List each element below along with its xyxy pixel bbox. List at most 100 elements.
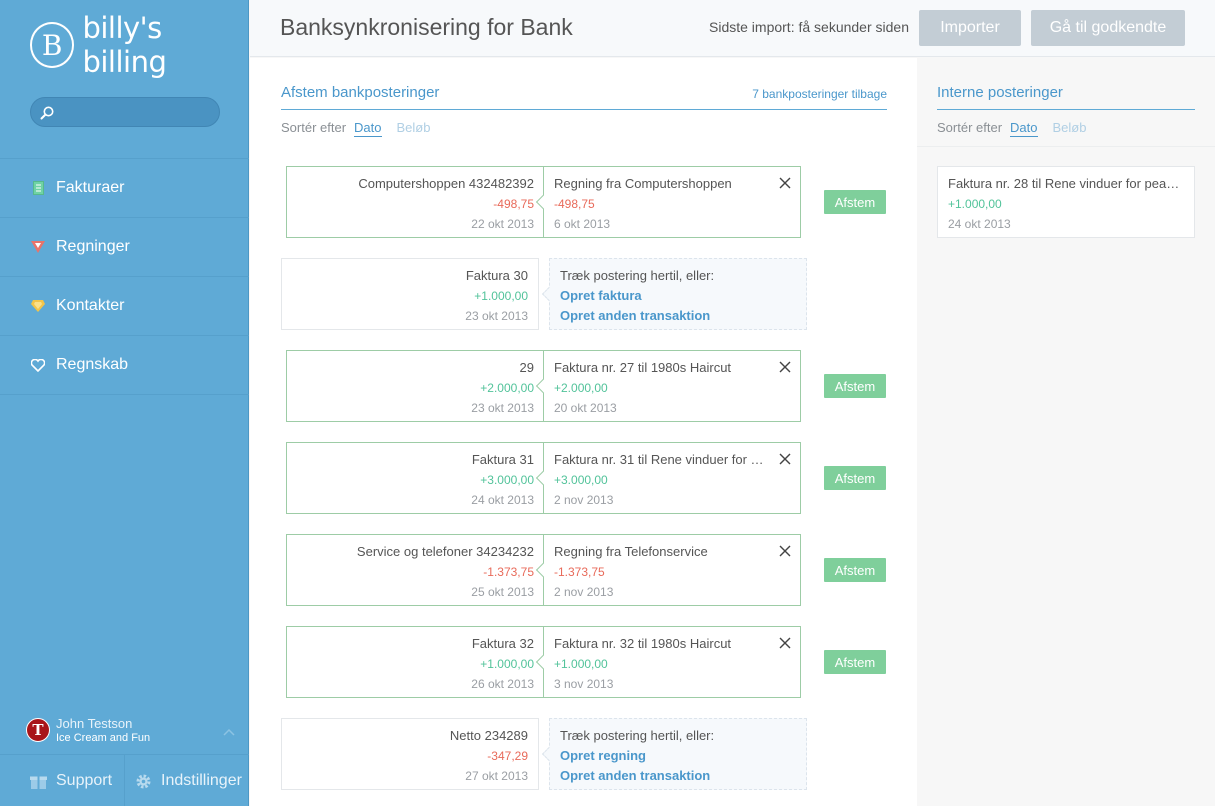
create-invoice-link[interactable]: Opret faktura (560, 288, 806, 308)
logo-mark: B (30, 22, 75, 68)
sidebar-item-label: Kontakter (56, 297, 125, 314)
reconcile-title: Afstem bankposteringer (281, 84, 440, 101)
posting-amount: -347,29 (487, 749, 528, 763)
match-title: Regning fra Telefonservice (554, 544, 708, 559)
posting-amount: -498,75 (493, 197, 534, 211)
reconcile-header: Afstem bankposteringer 7 bankposteringer… (281, 84, 887, 110)
sidebar-footer: Support Indstillinger (0, 754, 249, 806)
internal-postings-panel: Interne posteringer Sortér efter Dato Be… (917, 58, 1215, 806)
match-title: Faktura nr. 31 til Rene vinduer for pean… (554, 452, 797, 467)
close-icon[interactable] (779, 453, 791, 465)
sidebar-item-regninger[interactable]: Regninger (0, 218, 249, 277)
match-amount: -1.373,75 (554, 565, 605, 579)
afstem-button[interactable]: Afstem (824, 374, 886, 398)
match-amount: +1.000,00 (554, 657, 608, 671)
afstem-button[interactable]: Afstem (824, 466, 886, 490)
gear-icon (136, 774, 151, 788)
sidebar-item-kontakter[interactable]: Kontakter (0, 277, 249, 336)
posting-date: 22 okt 2013 (471, 217, 534, 231)
match-date: 6 okt 2013 (554, 217, 611, 231)
internal-posting-amount: +1.000,00 (948, 197, 1002, 211)
match-card[interactable]: Faktura nr. 32 til 1980s Haircut +1.000,… (535, 626, 801, 698)
reconcile-panel: Afstem bankposteringer 7 bankposteringer… (250, 58, 917, 806)
close-icon[interactable] (779, 637, 791, 649)
logo[interactable]: B billy's billing (30, 11, 248, 79)
drop-connector (541, 286, 557, 302)
bank-posting-card[interactable]: Faktura 32 +1.000,00 26 okt 2013 (286, 626, 544, 698)
match-card[interactable]: Regning fra Computershoppen -498,75 6 ok… (535, 166, 801, 238)
match-title: Faktura nr. 27 til 1980s Haircut (554, 360, 732, 375)
drop-connector (541, 746, 557, 762)
match-card[interactable]: Faktura nr. 27 til 1980s Haircut +2.000,… (535, 350, 801, 422)
internal-header: Interne posteringer (937, 84, 1195, 110)
posting-amount: -1.373,75 (483, 565, 534, 579)
divider (917, 146, 1215, 147)
posting-date: 27 okt 2013 (465, 769, 528, 783)
sidebar-item-regnskab[interactable]: Regnskab (0, 336, 249, 395)
sidebar-item-label: Regnskab (56, 356, 129, 373)
drop-zone[interactable]: Træk postering hertil, eller: Opret fakt… (541, 258, 807, 330)
match-title: Regning fra Computershoppen (554, 176, 732, 191)
chevron-up-icon[interactable] (223, 728, 235, 736)
bank-posting-card[interactable]: 29 +2.000,00 23 okt 2013 (286, 350, 544, 422)
posting-amount: +1.000,00 (480, 657, 534, 671)
close-icon[interactable] (779, 545, 791, 557)
reconcile-row: Faktura 30 +1.000,00 23 okt 2013 Træk po… (250, 258, 917, 330)
user-menu[interactable]: T John Testson Ice Cream and Fun (26, 716, 241, 744)
close-icon[interactable] (779, 177, 791, 189)
reconcile-row: Faktura 32 +1.000,00 26 okt 2013 Faktura… (250, 626, 917, 698)
posting-date: 25 okt 2013 (471, 585, 534, 599)
reconcile-row: 29 +2.000,00 23 okt 2013 Faktura nr. 27 … (250, 350, 917, 422)
internal-posting-title: Faktura nr. 28 til Rene vinduer for pean… (948, 176, 1184, 191)
import-button[interactable]: Importer (919, 10, 1021, 46)
sidebar-item-fakturaer[interactable]: Fakturaer (0, 159, 249, 218)
sort-by-amount[interactable]: Beløb (1053, 120, 1087, 137)
posting-amount: +2.000,00 (480, 381, 534, 395)
remaining-count: 7 bankposteringer tilbage (752, 87, 887, 101)
avatar: T (26, 718, 50, 742)
afstem-button[interactable]: Afstem (824, 558, 886, 582)
last-import-status: Sidste import: få sekunder siden (709, 19, 909, 35)
drop-zone[interactable]: Træk postering hertil, eller: Opret regn… (541, 718, 807, 790)
settings-label: Indstillinger (161, 772, 242, 789)
close-icon[interactable] (779, 361, 791, 373)
match-date: 3 nov 2013 (554, 677, 614, 691)
bank-posting-card[interactable]: Service og telefoner 34234232 -1.373,75 … (286, 534, 544, 606)
create-other-transaction-link[interactable]: Opret anden transaktion (560, 768, 806, 788)
bank-posting-card[interactable]: Netto 234289 -347,29 27 okt 2013 (281, 718, 539, 790)
afstem-button[interactable]: Afstem (824, 650, 886, 674)
bank-posting-card[interactable]: Faktura 31 +3.000,00 24 okt 2013 (286, 442, 544, 514)
posting-title: Netto 234289 (449, 728, 528, 743)
settings-button[interactable]: Indstillinger (125, 755, 242, 806)
sidebar-item-label: Regninger (56, 238, 130, 255)
create-bill-link[interactable]: Opret regning (560, 748, 806, 768)
match-amount: -498,75 (554, 197, 595, 211)
internal-posting-card[interactable]: Faktura nr. 28 til Rene vinduer for pean… (937, 166, 1195, 238)
bank-posting-card[interactable]: Faktura 30 +1.000,00 23 okt 2013 (281, 258, 539, 330)
user-name: John Testson (56, 716, 133, 731)
posting-amount: +3.000,00 (480, 473, 534, 487)
afstem-button[interactable]: Afstem (824, 190, 886, 214)
support-button[interactable]: Support (0, 755, 125, 806)
sort-label: Sortér efter (937, 120, 1003, 135)
reconcile-row: Computershoppen 432482392 -498,75 22 okt… (250, 166, 917, 238)
search-field[interactable] (30, 97, 220, 127)
match-card[interactable]: Regning fra Telefonservice -1.373,75 2 n… (535, 534, 801, 606)
reconcile-row: Netto 234289 -347,29 27 okt 2013 Træk po… (250, 718, 917, 790)
bank-posting-card[interactable]: Computershoppen 432482392 -498,75 22 okt… (286, 166, 544, 238)
match-amount: +2.000,00 (554, 381, 608, 395)
reconcile-row: Faktura 31 +3.000,00 24 okt 2013 Faktura… (250, 442, 917, 514)
match-card[interactable]: Faktura nr. 31 til Rene vinduer for pean… (535, 442, 801, 514)
create-other-transaction-link[interactable]: Opret anden transaktion (560, 308, 806, 328)
internal-sort-controls: Sortér efter Dato Beløb (937, 120, 1101, 137)
go-to-approved-button[interactable]: Gå til godkendte (1031, 10, 1185, 46)
user-info: John Testson Ice Cream and Fun (56, 716, 150, 744)
user-company: Ice Cream and Fun (56, 732, 151, 744)
match-date: 20 okt 2013 (554, 401, 617, 415)
sort-by-date[interactable]: Dato (354, 120, 382, 137)
bills-icon (31, 240, 45, 254)
sort-by-date[interactable]: Dato (1010, 120, 1038, 137)
gift-icon (30, 776, 47, 789)
sort-by-amount[interactable]: Beløb (397, 120, 431, 137)
posting-date: 23 okt 2013 (465, 309, 528, 323)
